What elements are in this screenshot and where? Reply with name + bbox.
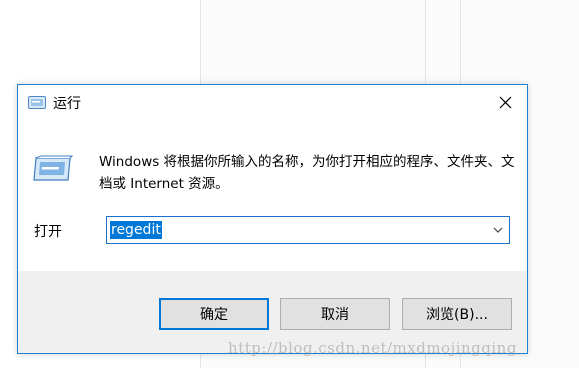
ok-button[interactable]: 确定 [159, 298, 269, 330]
browse-button[interactable]: 浏览(B)... [402, 298, 512, 330]
chevron-down-icon[interactable] [493, 226, 503, 234]
watermark: http://blog.csdn.net/mxdmojingqing [228, 339, 517, 357]
run-icon [28, 96, 46, 109]
open-combobox[interactable]: regedit [106, 216, 510, 244]
open-label: 打开 [34, 224, 62, 240]
run-dialog: 运行 Windows 将根据你所输入的名称，为你打开相应的程序、文件夹、文档或 … [17, 84, 528, 354]
cancel-button[interactable]: 取消 [280, 298, 390, 330]
close-icon [499, 96, 511, 109]
dialog-title: 运行 [53, 96, 81, 112]
open-input[interactable]: regedit [110, 221, 162, 239]
run-icon [33, 155, 73, 181]
run-description: Windows 将根据你所输入的名称，为你打开相应的程序、文件夹、文档或 Int… [99, 154, 515, 192]
title-bar[interactable]: 运行 [18, 85, 527, 120]
close-button[interactable] [483, 85, 527, 120]
